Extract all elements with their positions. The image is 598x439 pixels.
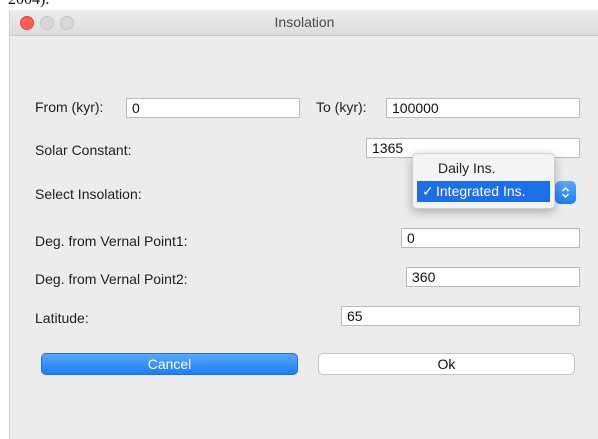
solar-constant-label: Solar Constant: xyxy=(35,142,132,158)
caption-fragment: 2004). xyxy=(8,0,49,9)
from-input[interactable]: 0 xyxy=(126,98,300,118)
menu-item-integrated-label: Integrated Ins. xyxy=(436,183,526,199)
latitude-input[interactable]: 65 xyxy=(341,306,580,326)
vernal-point1-label: Deg. from Vernal Point1: xyxy=(35,233,188,249)
up-down-chevron-icon[interactable] xyxy=(555,181,576,204)
insolation-window: Insolation From (kyr): 0 To (kyr): 10000… xyxy=(9,10,598,439)
cancel-button[interactable]: Cancel xyxy=(41,353,298,375)
menu-item-integrated-ins[interactable]: ✓ Integrated Ins. xyxy=(417,181,550,202)
insolation-dropdown-menu[interactable]: Daily Ins. ✓ Integrated Ins. xyxy=(412,153,555,209)
latitude-label: Latitude: xyxy=(35,310,89,326)
to-input[interactable]: 100000 xyxy=(386,98,580,118)
vernal-point2-input[interactable]: 360 xyxy=(406,267,580,287)
title-bar[interactable]: Insolation xyxy=(10,10,598,36)
chevron-up-down-glyph xyxy=(561,186,570,199)
select-insolation-label: Select Insolation: xyxy=(35,186,142,202)
from-label: From (kyr): xyxy=(35,99,104,115)
checkmark-icon: ✓ xyxy=(422,183,434,199)
menu-item-daily-ins[interactable]: Daily Ins. xyxy=(417,158,550,179)
to-label: To (kyr): xyxy=(316,99,367,115)
vernal-point1-input[interactable]: 0 xyxy=(401,228,580,248)
ok-button[interactable]: Ok xyxy=(318,353,575,375)
vernal-point2-label: Deg. from Vernal Point2: xyxy=(35,271,188,287)
window-title: Insolation xyxy=(274,14,335,30)
